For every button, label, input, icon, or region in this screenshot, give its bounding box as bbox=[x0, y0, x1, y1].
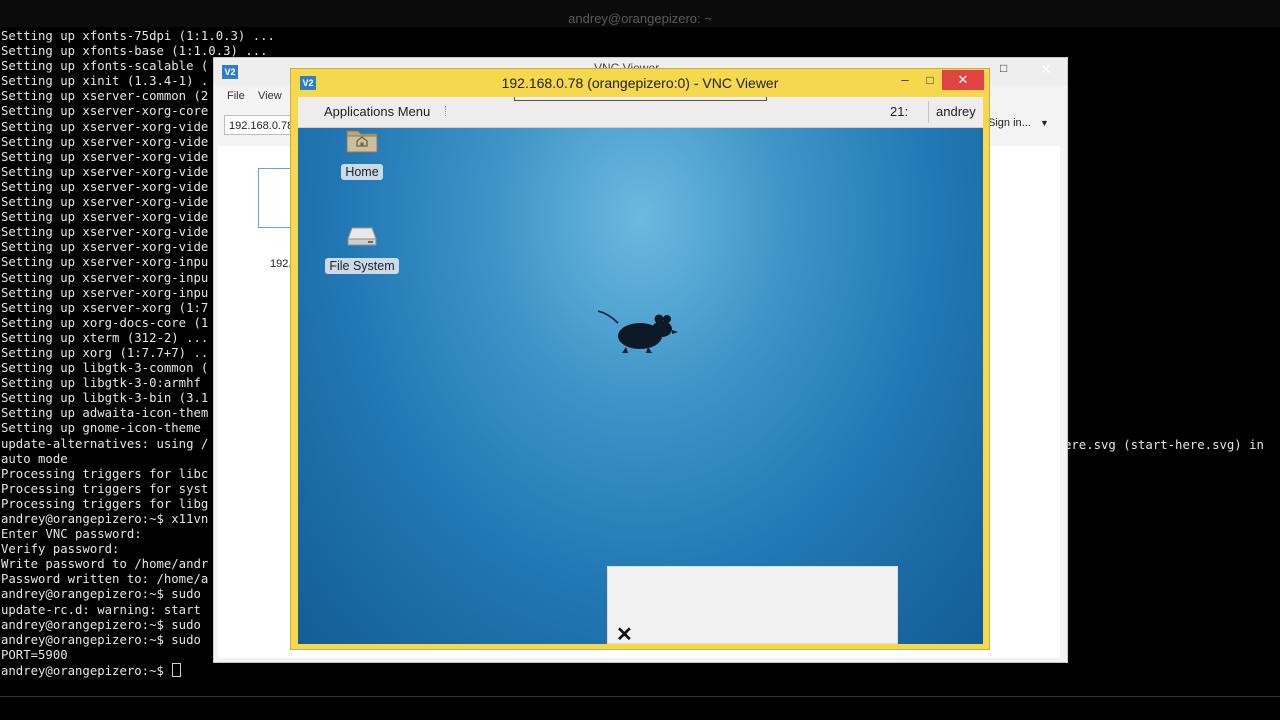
maximize-button[interactable]: □ bbox=[1000, 61, 1007, 75]
terminal-cursor bbox=[172, 662, 182, 677]
panel-clock[interactable]: 21: bbox=[890, 104, 908, 119]
close-button[interactable]: ✕ bbox=[942, 70, 984, 90]
connection-label[interactable]: 192. bbox=[270, 258, 291, 270]
menu-view[interactable]: View bbox=[258, 90, 282, 102]
home-folder-icon bbox=[346, 130, 378, 153]
terminal-line: Setting up xfonts-75dpi (1:1.0.3) ... bbox=[1, 29, 275, 43]
vnc-session-title: 192.168.0.78 (orangepizero:0) - VNC View… bbox=[501, 75, 779, 91]
xfce-mouse-logo-icon bbox=[597, 310, 678, 353]
desktop-icon-label: File System bbox=[325, 258, 399, 274]
connection-thumbnail[interactable] bbox=[258, 168, 293, 228]
vnc-session-window[interactable]: V2 192.168.0.78 (orangepizero:0) - VNC V… bbox=[290, 68, 990, 650]
terminal-line-fragment: ere.svg (start-here.svg) in bbox=[1064, 438, 1264, 452]
notification-popup[interactable] bbox=[607, 566, 898, 644]
chevron-down-icon[interactable]: ▼ bbox=[1040, 118, 1049, 128]
applications-menu-button[interactable]: Applications Menu bbox=[324, 104, 430, 119]
user-menu-button[interactable]: andrey bbox=[936, 104, 976, 119]
drive-icon bbox=[347, 227, 377, 246]
terminal-bottom-divider bbox=[0, 696, 1280, 697]
sign-in-button[interactable]: Sign in... bbox=[988, 117, 1031, 129]
menu-file[interactable]: File bbox=[227, 90, 245, 102]
desktop-icon-label: Home bbox=[341, 164, 383, 180]
xfce-top-panel: Applications Menu 21: andrey bbox=[298, 97, 983, 128]
remote-desktop[interactable]: Applications Menu 21: andrey Home File S… bbox=[298, 97, 983, 644]
panel-handle bbox=[445, 106, 448, 116]
close-icon[interactable]: ✕ bbox=[616, 622, 633, 644]
desktop-icon-home[interactable]: Home bbox=[322, 127, 402, 181]
maximize-button[interactable]: □ bbox=[919, 69, 941, 91]
panel-separator bbox=[928, 101, 929, 123]
minimize-button[interactable]: – bbox=[894, 69, 916, 91]
panel-window-button[interactable] bbox=[514, 97, 767, 101]
vnc-address-input[interactable]: 192.168.0.78 bbox=[224, 115, 300, 135]
terminal-line: andrey@orangepizero:~$ bbox=[1, 662, 275, 678]
vnc-logo-icon: V2 bbox=[222, 65, 238, 79]
terminal-titlebar: andrey@orangepizero: ~ bbox=[0, 0, 1280, 27]
desktop-icon-file-system[interactable]: File System bbox=[322, 225, 402, 275]
close-button[interactable]: ✕ bbox=[1026, 60, 1066, 79]
